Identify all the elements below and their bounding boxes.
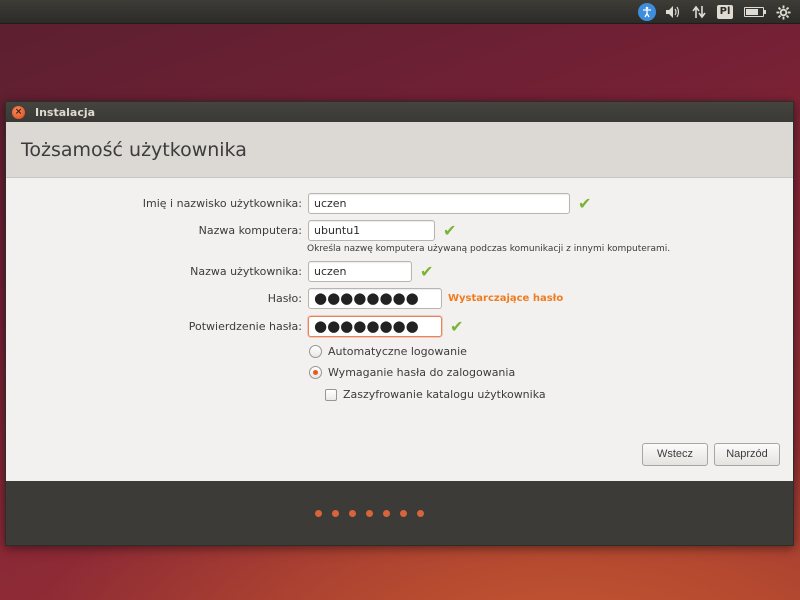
require-password-radio[interactable] [309,366,322,379]
forward-button[interactable]: Naprzód [714,443,780,466]
user-identity-form: Imię i nazwisko użytkownika: uczen ✔ Naz… [6,178,793,482]
confirm-password-row: Potwierdzenie hasła: ●●●●●●●● ✔ [6,316,463,337]
settings-gear-icon [775,4,791,20]
fullname-row: Imię i nazwisko użytkownika: uczen ✔ [6,193,591,214]
confirm-password-label: Potwierdzenie hasła: [188,320,302,333]
progress-dots [315,509,424,517]
accessibility-icon [638,3,656,21]
window-title: Instalacja [35,105,96,119]
password-input[interactable]: ●●●●●●●● [308,288,442,309]
progress-dot [332,509,339,517]
network-icon [692,5,706,19]
page-header: Tożsamość użytkownika [6,122,793,178]
password-row: Hasło: ●●●●●●●● Wystarczające hasło [6,288,563,309]
close-icon: × [14,106,23,117]
password-strength-label: Wystarczające hasło [448,293,564,304]
password-label: Hasło: [267,292,302,305]
accessibility-indicator[interactable] [634,0,660,24]
computer-name-label: Nazwa komputera: [198,224,302,237]
installer-progress-footer [6,481,793,545]
encrypt-home-checkbox[interactable] [325,388,337,401]
progress-dot [383,509,390,517]
progress-dot [349,509,356,517]
battery-level-fill [746,9,758,15]
username-input[interactable]: uczen [308,261,412,282]
auto-login-radio[interactable] [309,345,322,358]
window-close-button[interactable]: × [12,105,25,119]
computer-name-hint-row: Określa nazwę komputera używaną podczas … [307,244,670,254]
require-password-option[interactable]: Wymaganie hasła do zalogowania [309,366,515,379]
progress-dot [366,509,373,517]
back-button[interactable]: Wstecz [642,443,708,466]
session-indicator[interactable] [770,0,796,24]
computer-name-input[interactable]: ubuntu1 [308,220,435,241]
progress-dot [400,509,407,517]
username-row: Nazwa użytkownika: uczen ✔ [6,261,433,282]
auto-login-option[interactable]: Automatyczne logowanie [309,345,467,358]
top-panel: Pl [0,0,800,24]
computer-name-hint: Określa nazwę komputera używaną podczas … [307,244,671,254]
battery-icon [744,7,766,17]
installer-window: × Instalacja Tożsamość użytkownika Imię … [5,101,794,546]
progress-dot [417,509,424,517]
username-valid-check-icon: ✔ [420,262,434,281]
window-titlebar[interactable]: × Instalacja [6,102,793,122]
network-indicator[interactable] [686,0,712,24]
fullname-valid-check-icon: ✔ [578,194,592,213]
require-password-label[interactable]: Wymaganie hasła do zalogowania [328,366,515,379]
system-tray: Pl [634,0,796,24]
battery-indicator[interactable] [738,0,770,24]
fullname-label: Imię i nazwisko użytkownika: [142,197,302,210]
username-label: Nazwa użytkownika: [190,265,302,278]
auto-login-label[interactable]: Automatyczne logowanie [328,345,467,358]
confirm-password-valid-check-icon: ✔ [450,317,464,336]
volume-indicator[interactable] [660,0,686,24]
page-title: Tożsamość użytkownika [21,138,247,161]
keyboard-layout-indicator[interactable]: Pl [712,0,738,24]
progress-dot [315,509,322,517]
fullname-input[interactable]: uczen [308,193,570,214]
encrypt-home-option[interactable]: Zaszyfrowanie katalogu użytkownika [325,388,546,401]
encrypt-home-label[interactable]: Zaszyfrowanie katalogu użytkownika [343,388,546,401]
confirm-password-input[interactable]: ●●●●●●●● [308,316,442,337]
computer-name-row: Nazwa komputera: ubuntu1 ✔ [6,220,456,241]
keyboard-layout-icon: Pl [716,5,734,19]
computer-name-valid-check-icon: ✔ [443,221,457,240]
volume-icon [666,6,680,18]
